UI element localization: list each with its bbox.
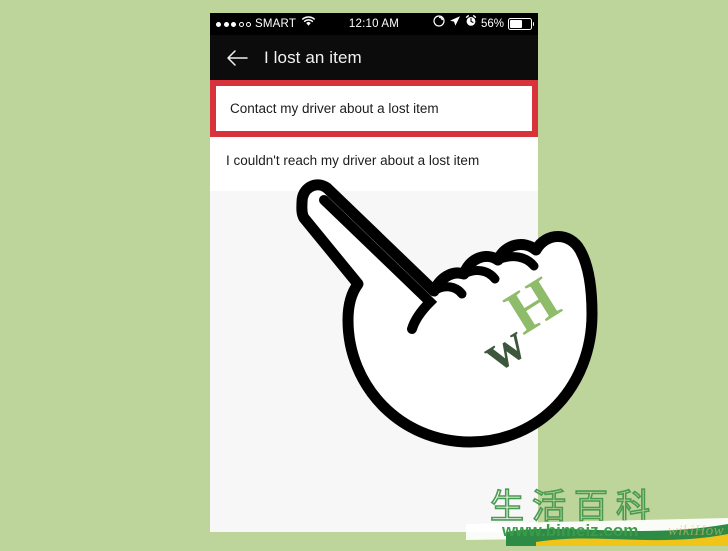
page-title: I lost an item	[264, 47, 362, 67]
phone-screen: SMART 12:10 AM 56% I lost an item Contac…	[210, 13, 538, 532]
list-empty-area	[210, 191, 538, 532]
nav-bar: I lost an item	[210, 35, 538, 80]
page-background: SMART 12:10 AM 56% I lost an item Contac…	[0, 0, 728, 546]
battery-percent-label: 56%	[480, 18, 504, 30]
status-bar-right: 56%	[433, 13, 534, 35]
status-bar: SMART 12:10 AM 56%	[210, 13, 538, 35]
battery-icon	[508, 18, 534, 30]
alarm-clock-icon	[465, 13, 477, 35]
list-item-contact-driver[interactable]: Contact my driver about a lost item	[216, 86, 532, 132]
list-item-could-not-reach-driver[interactable]: I couldn't reach my driver about a lost …	[210, 137, 538, 192]
location-arrow-icon	[449, 13, 461, 35]
option-list: Contact my driver about a lost item I co…	[210, 80, 538, 192]
highlighted-option-frame: Contact my driver about a lost item	[210, 80, 538, 138]
back-arrow-icon[interactable]	[224, 45, 250, 71]
rotation-lock-icon	[433, 13, 445, 35]
wikihow-brand-faint: wikiHow	[667, 523, 724, 539]
